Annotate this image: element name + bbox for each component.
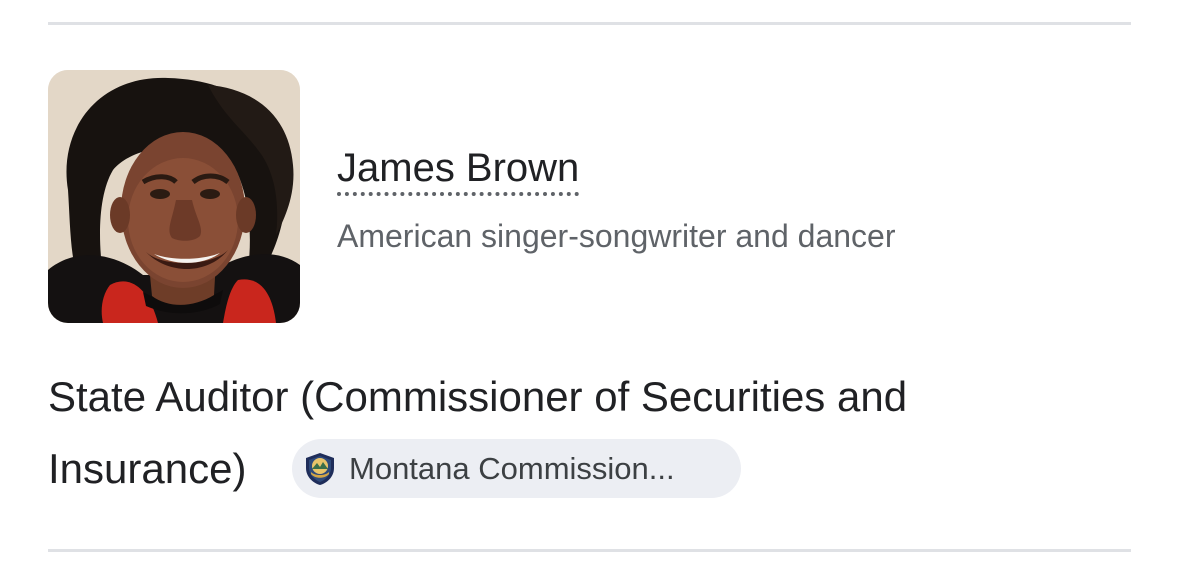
role-title-line1: State Auditor (Commissioner of Securitie… — [48, 373, 908, 420]
role-title-line2: Insurance) — [48, 445, 247, 492]
entity-description: American singer-songwriter and dancer — [337, 218, 896, 254]
bottom-divider — [48, 549, 1131, 552]
source-chip[interactable]: Montana Commission... — [292, 439, 741, 498]
entity-photo[interactable] — [48, 70, 300, 323]
source-chip-label: Montana Commission... — [349, 451, 675, 486]
entity-name-link[interactable]: James Brown — [337, 144, 580, 196]
portrait-image — [48, 70, 300, 323]
top-divider — [48, 22, 1131, 25]
montana-seal-icon — [304, 452, 336, 486]
